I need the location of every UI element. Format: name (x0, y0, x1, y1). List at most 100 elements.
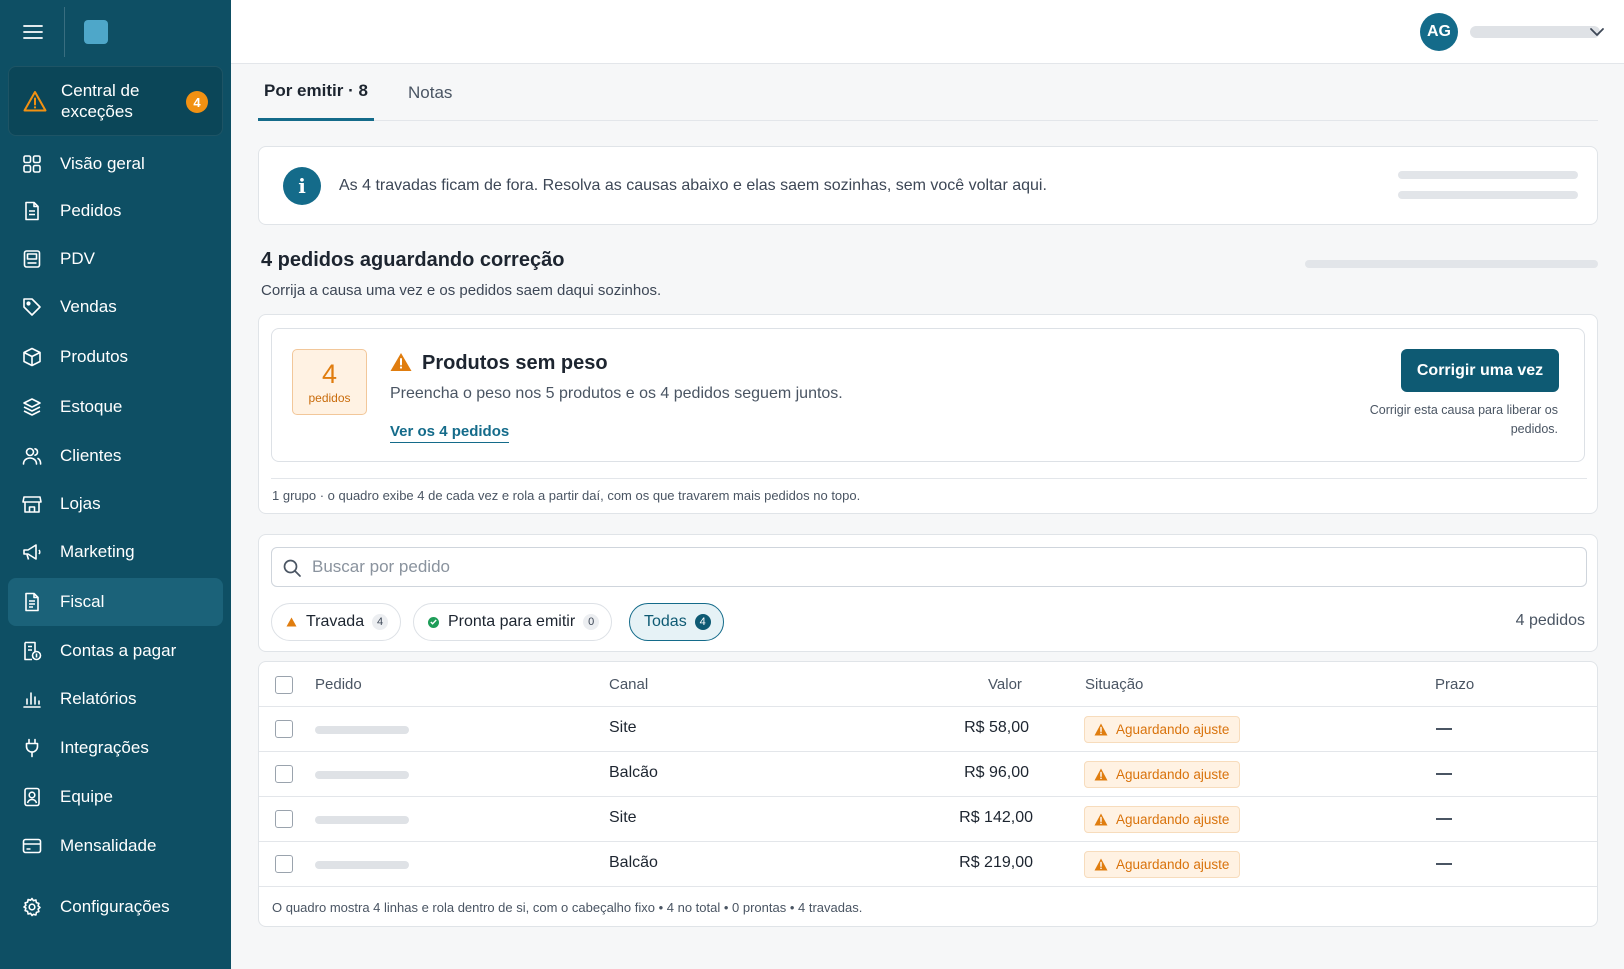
sidebar-item-marketing[interactable]: Marketing (8, 528, 223, 576)
deadline-empty (1436, 773, 1452, 775)
cause-group: 4 pedidos Produtos sem peso Preencha o p… (258, 314, 1598, 514)
orders-table: Pedido Canal Valor Situação Prazo Site R… (258, 661, 1598, 927)
sidebar-item-label: Configurações (60, 897, 170, 916)
sidebar-item-label: Equipe (60, 787, 113, 806)
deadline-empty (1436, 863, 1452, 865)
sidebar-item-customers[interactable]: Clientes (8, 432, 223, 480)
value-cell: R$ 58,00 (964, 719, 1029, 736)
info-banner: i As 4 travadas ficam de fora. Resolva a… (258, 146, 1598, 225)
search-input[interactable] (312, 548, 1572, 586)
deadline-empty (1436, 818, 1452, 820)
cause-card: 4 pedidos Produtos sem peso Preencha o p… (271, 328, 1585, 462)
warning-icon (1094, 723, 1108, 736)
status-label: Aguardando ajuste (1116, 857, 1230, 872)
gear-icon (21, 896, 43, 918)
sidebar-item-label: Marketing (60, 542, 135, 561)
megaphone-icon (21, 541, 43, 563)
check-circle-icon (428, 616, 439, 628)
avatar[interactable]: AG (1420, 13, 1458, 51)
table-row[interactable]: Balcão R$ 96,00 Aguardando ajuste (259, 752, 1597, 797)
plug-icon (21, 737, 43, 759)
sidebar-item-label: Estoque (60, 397, 123, 416)
sidebar-item-fiscal[interactable]: Fiscal (8, 578, 223, 626)
sidebar-item-stores[interactable]: Lojas (8, 480, 223, 528)
row-checkbox[interactable] (275, 810, 293, 828)
sidebar-item-pos[interactable]: PDV (8, 235, 223, 283)
tab-notes[interactable]: Notas (402, 64, 458, 121)
count-number: 4 (321, 359, 338, 389)
sidebar-item-products[interactable]: Produtos (8, 333, 223, 381)
affected-orders-count: 4 pedidos (292, 349, 367, 415)
sidebar-item-label: Lojas (60, 494, 101, 513)
group-note: 1 grupo · o quadro exibe 4 de cada vez e… (272, 488, 861, 503)
filter-chip-blocked[interactable]: Travada 4 (271, 603, 402, 641)
value-cell: R$ 219,00 (959, 854, 1033, 871)
top-bar: AG (231, 0, 1624, 64)
select-all-checkbox[interactable] (275, 676, 293, 694)
sidebar-divider (64, 7, 65, 57)
column-header-channel: Canal (609, 676, 649, 693)
info-icon: i (283, 167, 321, 205)
sidebar-item-team[interactable]: Equipe (8, 773, 223, 821)
chip-label: Travada (306, 613, 365, 630)
search-icon (283, 559, 301, 577)
filter-bar: Travada 4 Pronta para emitir 0 Todas 4 4… (258, 534, 1598, 652)
value-cell: R$ 142,00 (959, 809, 1033, 826)
chip-label: Pronta para emitir (448, 613, 576, 630)
sidebar-item-label: Relatórios (60, 689, 137, 708)
sidebar-item-overview[interactable]: Visão geral (8, 140, 223, 188)
view-orders-link[interactable]: Ver os 4 pedidos (390, 423, 510, 443)
id-badge-icon (21, 786, 43, 808)
order-id-placeholder (315, 726, 409, 734)
value-cell: R$ 96,00 (964, 764, 1029, 781)
sidebar-item-settings[interactable]: Configurações (8, 883, 223, 931)
sidebar-item-inventory[interactable]: Estoque (8, 383, 223, 431)
table-row[interactable]: Site R$ 58,00 Aguardando ajuste (259, 707, 1597, 752)
tab-to-issue[interactable]: Por emitir · 8 (258, 64, 374, 121)
status-badge: Aguardando ajuste (1084, 761, 1241, 788)
receipt-icon (21, 591, 43, 613)
document-icon (21, 200, 43, 222)
table-row[interactable]: Site R$ 142,00 Aguardando ajuste (259, 797, 1597, 842)
sidebar-item-label: Produtos (60, 347, 129, 366)
sidebar-item-sales[interactable]: Vendas (8, 283, 223, 331)
row-checkbox[interactable] (275, 765, 293, 783)
sidebar-item-label: Central de exceções (61, 81, 140, 121)
sidebar-item-label: Pedidos (60, 201, 122, 220)
layers-icon (21, 396, 43, 418)
warning-icon (286, 617, 297, 627)
sidebar-item-label: Contas a pagar (60, 641, 177, 660)
table-row[interactable]: Balcão R$ 219,00 Aguardando ajuste (259, 842, 1597, 887)
chevron-down-icon[interactable] (1587, 22, 1607, 42)
loading-placeholder (1305, 260, 1598, 268)
sidebar-item-exceptions-center[interactable]: Central de exceções 4 (8, 66, 223, 136)
cause-title: Produtos sem peso (422, 352, 608, 374)
bill-icon (21, 640, 43, 662)
tab-bar: Por emitir · 8 Notas (258, 64, 1598, 121)
status-label: Aguardando ajuste (1116, 722, 1230, 737)
sidebar-item-orders[interactable]: Pedidos (8, 187, 223, 235)
column-header-status: Situação (1085, 676, 1144, 693)
row-checkbox[interactable] (275, 720, 293, 738)
logo (84, 20, 108, 44)
menu-icon[interactable] (22, 21, 44, 43)
column-header-deadline: Prazo (1435, 676, 1475, 693)
channel-cell: Balcão (609, 764, 658, 781)
row-checkbox[interactable] (275, 855, 293, 873)
sidebar-item-label: Integrações (60, 738, 149, 757)
chip-count: 0 (583, 614, 600, 630)
deadline-empty (1436, 728, 1452, 730)
sidebar-item-integrations[interactable]: Integrações (8, 724, 223, 772)
sidebar-item-accounts-payable[interactable]: Contas a pagar (8, 627, 223, 675)
filter-chip-all[interactable]: Todas 4 (629, 603, 724, 641)
filter-chip-ready[interactable]: Pronta para emitir 0 (413, 603, 613, 641)
order-id-placeholder (315, 771, 409, 779)
order-id-placeholder (315, 816, 409, 824)
sidebar-header (0, 0, 231, 64)
sidebar-item-subscription[interactable]: Mensalidade (8, 822, 223, 870)
info-banner-text: As 4 travadas ficam de fora. Resolva as … (339, 177, 1047, 194)
fix-once-button[interactable]: Corrigir uma vez (1401, 349, 1559, 392)
channel-cell: Balcão (609, 854, 658, 871)
order-id-placeholder (315, 861, 409, 869)
sidebar-item-reports[interactable]: Relatórios (8, 675, 223, 723)
